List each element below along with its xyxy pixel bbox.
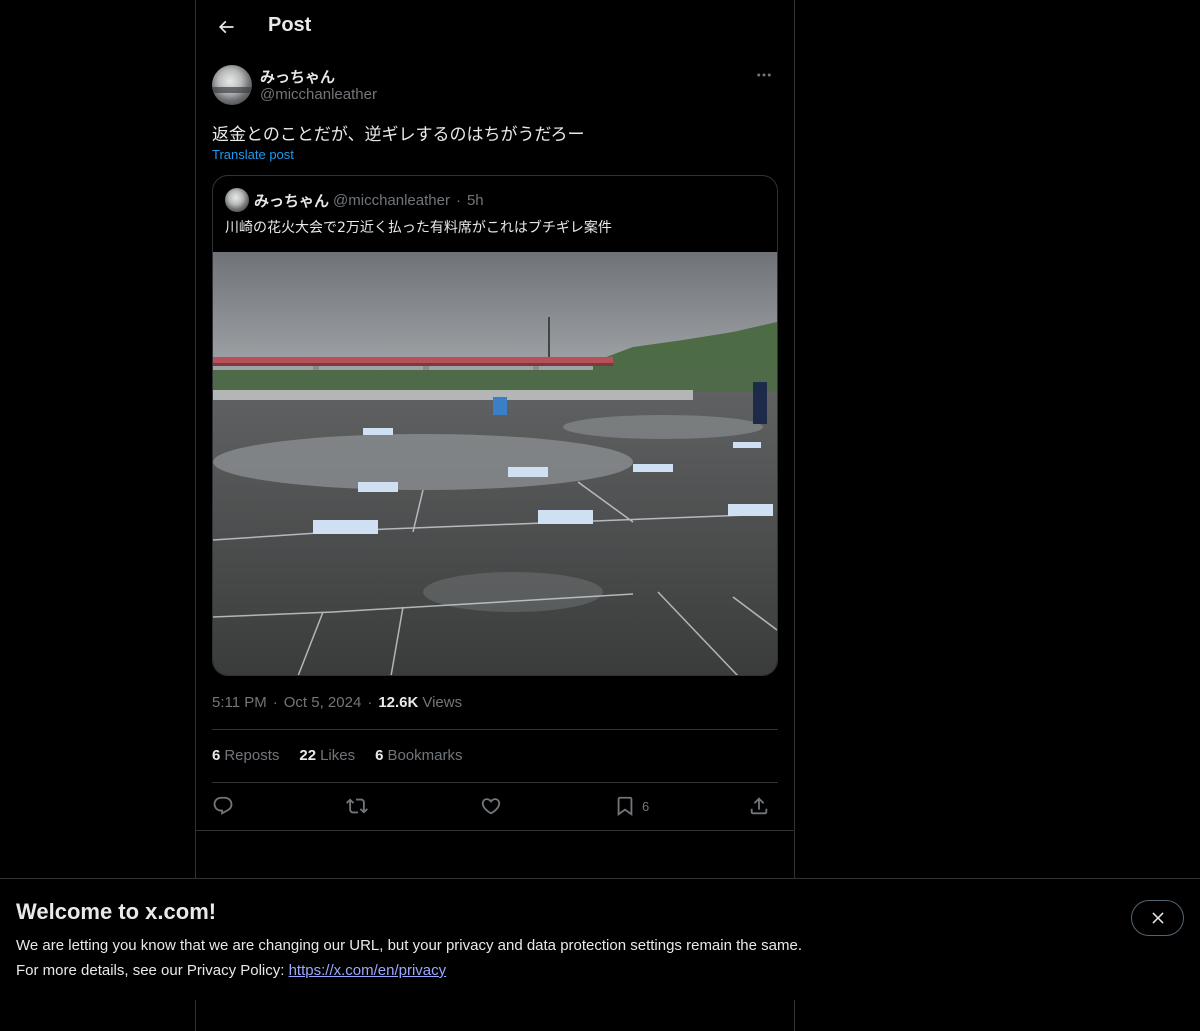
- bookmarks-count: 6: [375, 747, 384, 764]
- reply-icon: [213, 796, 233, 815]
- quoted-avatar: [225, 188, 249, 212]
- quoted-display-name: みっちゃん: [254, 191, 330, 210]
- likes-label: Likes: [320, 747, 356, 764]
- quoted-post-header: みっちゃん @micchanleather · 5h: [225, 188, 484, 212]
- divider: [212, 782, 778, 783]
- like-button[interactable]: [480, 790, 502, 822]
- quoted-time[interactable]: 5h: [467, 192, 484, 209]
- likes-stat[interactable]: 22 Likes: [299, 747, 355, 764]
- reposts-stat[interactable]: 6 Reposts: [212, 747, 279, 764]
- likes-count: 22: [299, 747, 317, 764]
- post-time[interactable]: 5:11 PM: [212, 694, 267, 711]
- dot-separator: ·: [367, 694, 373, 711]
- heart-icon: [481, 798, 501, 815]
- translate-post-link[interactable]: Translate post: [212, 147, 294, 162]
- quoted-handle: @micchanleather: [333, 191, 450, 209]
- divider: [196, 830, 794, 831]
- post-meta: 5:11 PM · Oct 5, 2024 · 12.6K Views: [212, 694, 462, 711]
- close-banner-button[interactable]: [1131, 900, 1184, 936]
- back-button[interactable]: [208, 9, 244, 45]
- banner-message: We are letting you know that we are chan…: [16, 937, 802, 954]
- reply-button[interactable]: [212, 790, 234, 822]
- bookmarks-stat[interactable]: 6 Bookmarks: [375, 747, 462, 764]
- primary-column: Post みっちゃん @micchanleather 返金とのことだが、逆ギレす…: [195, 0, 795, 1031]
- views-label: Views: [422, 694, 463, 711]
- more-options-button[interactable]: [750, 64, 778, 86]
- reposts-label: Reposts: [224, 747, 280, 764]
- page-title: Post: [268, 14, 312, 36]
- repost-icon: [346, 798, 368, 814]
- arrow-left-icon: [218, 20, 234, 34]
- welcome-banner: Welcome to x.com! We are letting you kno…: [0, 878, 1200, 1000]
- post-author: みっちゃん @micchanleather: [212, 64, 778, 108]
- divider: [212, 729, 778, 730]
- page-header: Post: [196, 0, 794, 54]
- repost-button[interactable]: [346, 790, 368, 822]
- post-date[interactable]: Oct 5, 2024: [284, 694, 362, 711]
- bookmark-icon: [617, 796, 633, 817]
- bookmarks-label: Bookmarks: [387, 747, 463, 764]
- author-handle[interactable]: @micchanleather: [260, 86, 377, 103]
- quoted-post[interactable]: みっちゃん @micchanleather · 5h 川崎の花火大会で2万近く払…: [212, 175, 778, 676]
- banner-title: Welcome to x.com!: [16, 899, 217, 924]
- ellipsis-icon: [757, 73, 771, 77]
- banner-privacy-prefix: For more details, see our Privacy Policy…: [16, 962, 289, 979]
- banner-privacy-note: For more details, see our Privacy Policy…: [16, 962, 446, 979]
- share-icon: [750, 797, 768, 815]
- bookmark-button[interactable]: 6: [614, 790, 649, 822]
- dot-separator: ·: [272, 694, 278, 711]
- quoted-post-text: 川崎の花火大会で2万近く払った有料席がこれはブチギレ案件: [225, 220, 612, 236]
- bookmark-count: 6: [642, 798, 650, 814]
- views-count: 12.6K: [378, 694, 419, 711]
- avatar[interactable]: [212, 65, 252, 105]
- post-text: 返金とのことだが、逆ギレするのはちがうだろー: [212, 125, 585, 145]
- reposts-count: 6: [212, 747, 221, 764]
- share-button[interactable]: [748, 790, 770, 822]
- close-icon: [1151, 912, 1164, 924]
- author-display-name[interactable]: みっちゃん: [260, 66, 335, 87]
- dot-separator: ·: [455, 191, 461, 209]
- post-actions: 6: [212, 790, 778, 822]
- privacy-policy-link[interactable]: https://x.com/en/privacy: [289, 962, 447, 979]
- post-stats: 6 Reposts 22 Likes 6 Bookmarks: [212, 747, 482, 764]
- photo-icon[interactable]: [213, 252, 777, 676]
